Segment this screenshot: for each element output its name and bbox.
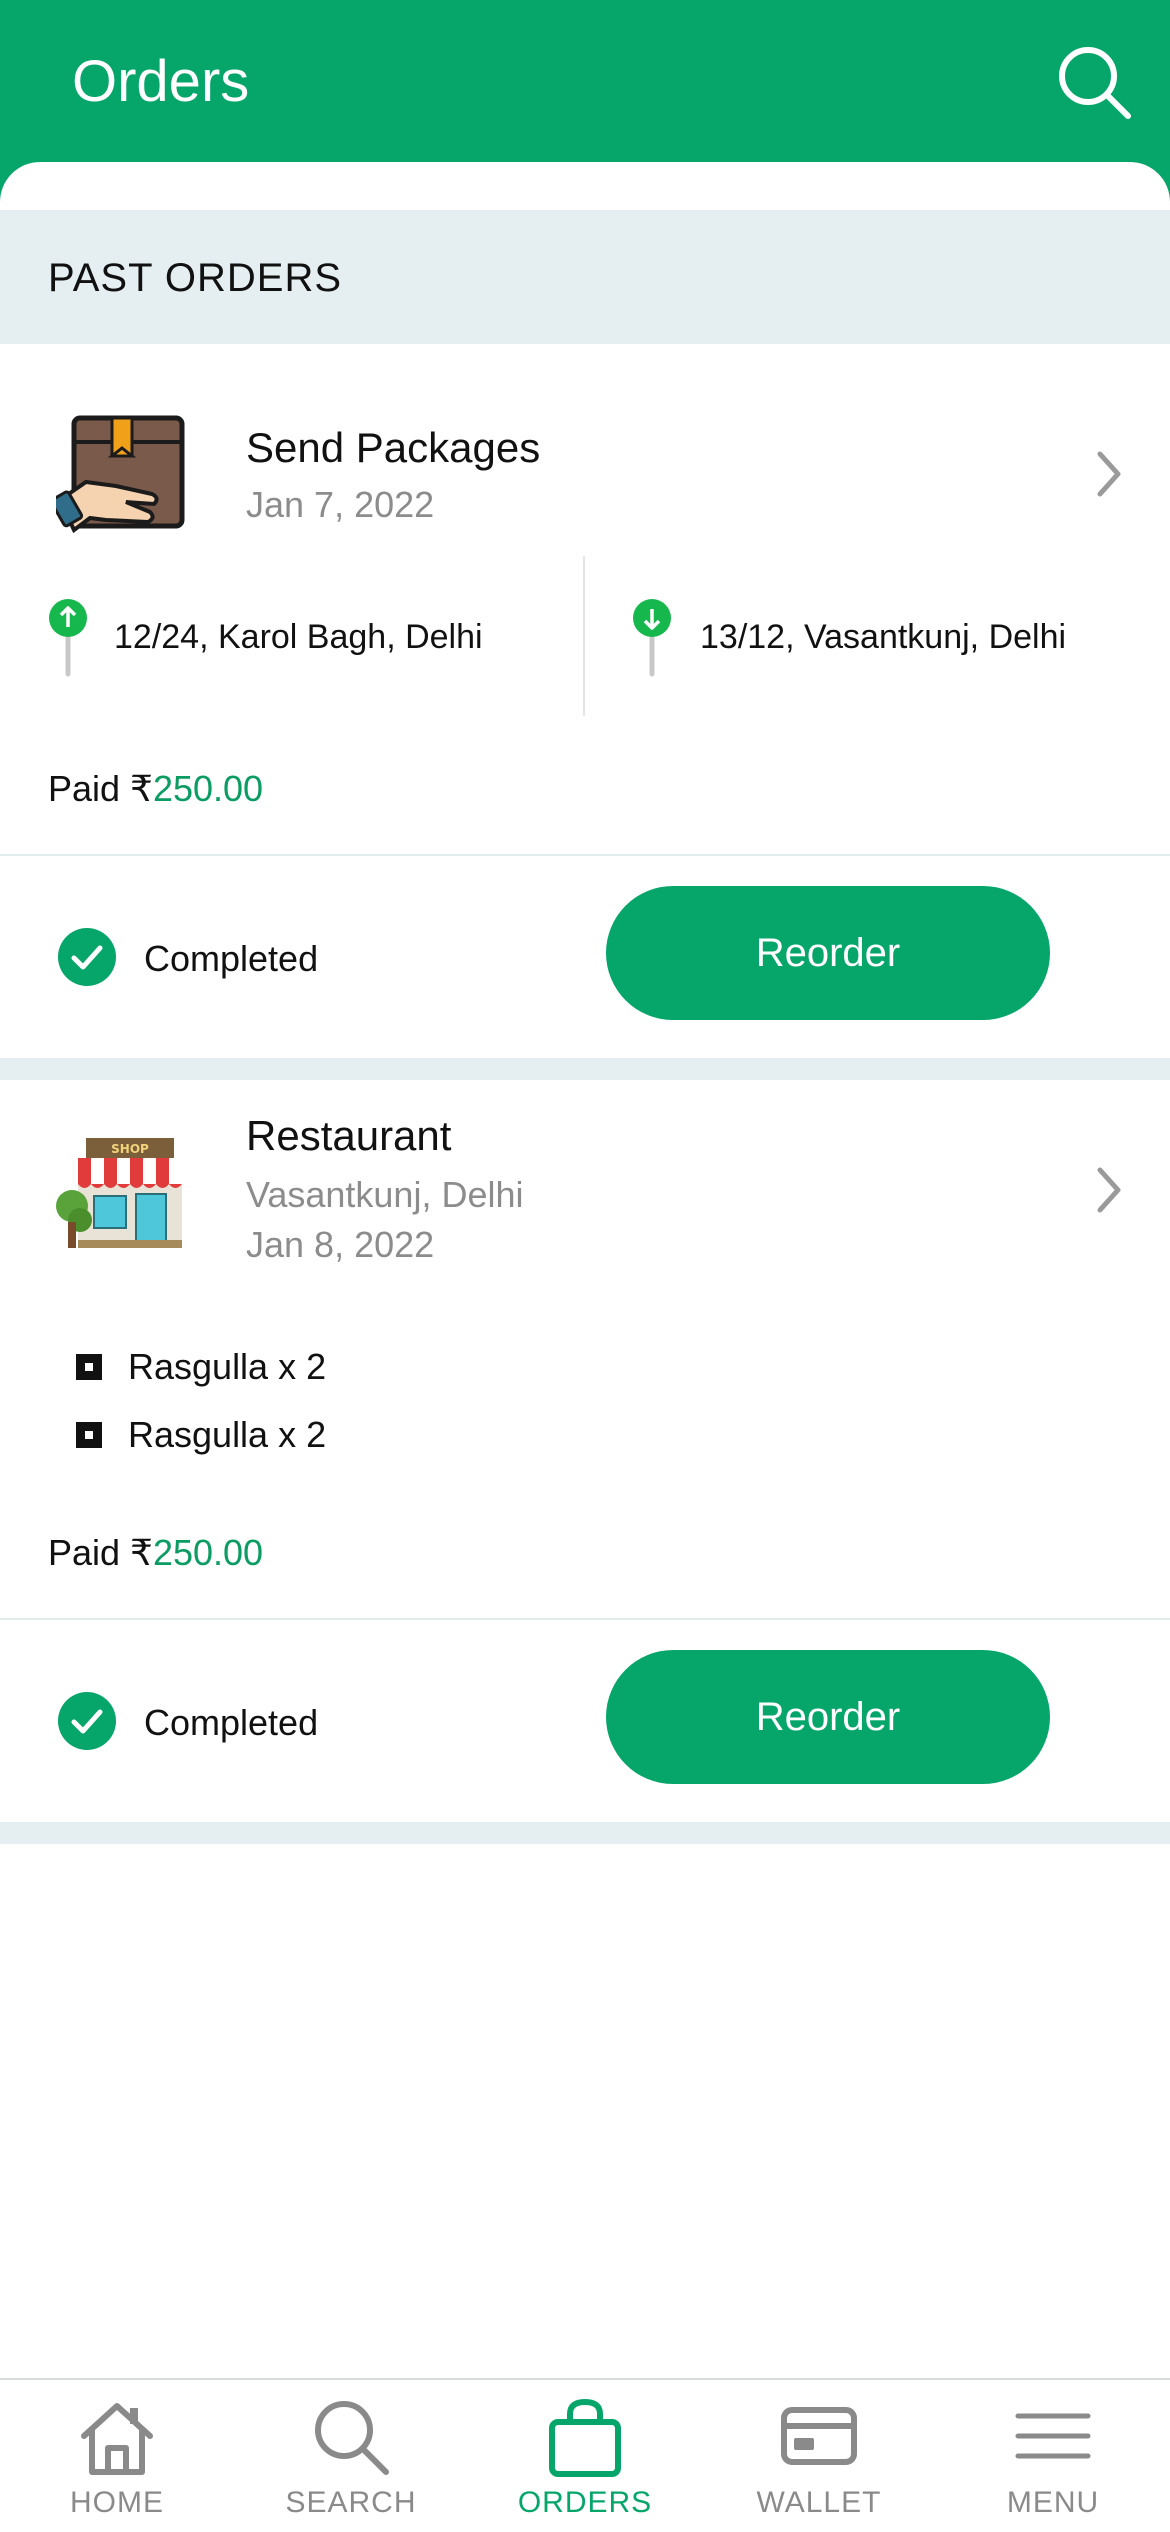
pickup-pin-icon — [48, 598, 88, 682]
bag-icon — [544, 2396, 626, 2478]
nav-label: SEARCH — [285, 2486, 417, 2519]
nav-label: ORDERS — [517, 2486, 653, 2519]
chevron-right-icon[interactable] — [1090, 1160, 1130, 1220]
nav-label: WALLET — [756, 2486, 882, 2519]
search-icon[interactable] — [1052, 40, 1136, 124]
orders-screen: Orders PAST ORDERS Send Packages Jan 7, … — [0, 0, 1170, 2532]
page-title: Orders — [72, 49, 250, 114]
order-date: Jan 7, 2022 — [246, 484, 435, 525]
paid-label: Paid ₹ — [48, 768, 153, 809]
item-label: Rasgulla x 2 — [128, 1346, 327, 1387]
list-item: Rasgulla x 2 — [76, 1414, 326, 1456]
shop-icon: SHOP — [56, 1122, 192, 1258]
home-icon — [76, 2396, 158, 2478]
amount-value: 250.00 — [152, 1532, 264, 1573]
dropoff-pin-icon — [632, 598, 672, 682]
order-date: Jan 8, 2022 — [246, 1224, 435, 1265]
card-separator — [0, 1058, 1170, 1080]
content-sheet-top — [0, 162, 1170, 210]
past-orders-header: PAST ORDERS — [0, 210, 1170, 344]
section-title: PAST ORDERS — [48, 256, 343, 300]
nav-search[interactable]: SEARCH — [234, 2380, 468, 2532]
order-title: Send Packages — [246, 424, 541, 471]
reorder-button[interactable]: Reorder — [606, 886, 1050, 1020]
order-status: Completed — [144, 938, 319, 979]
app-header: Orders — [0, 0, 1170, 162]
pickup-address: 12/24, Karol Bagh, Delhi — [114, 618, 483, 656]
search-icon — [310, 2396, 392, 2478]
chevron-right-icon[interactable] — [1090, 444, 1130, 504]
card-divider — [0, 1618, 1170, 1620]
reorder-button[interactable]: Reorder — [606, 1650, 1050, 1784]
paid-amount: Paid ₹250.00 — [48, 768, 263, 810]
svg-text:SHOP: SHOP — [111, 1142, 149, 1156]
bullet-icon — [76, 1422, 102, 1448]
restaurant-location: Vasantkunj, Delhi — [246, 1174, 524, 1215]
nav-menu[interactable]: MENU — [936, 2380, 1170, 2532]
package-hand-icon — [49, 408, 192, 544]
card-divider — [0, 854, 1170, 856]
nav-orders[interactable]: ORDERS — [468, 2380, 702, 2532]
list-item: Rasgulla x 2 — [76, 1346, 326, 1388]
order-title: Restaurant — [246, 1112, 452, 1159]
order-status: Completed — [144, 1702, 319, 1743]
item-label: Rasgulla x 2 — [128, 1414, 327, 1455]
card-separator — [0, 1822, 1170, 1844]
nav-label: HOME — [70, 2486, 164, 2519]
dropoff-address: 13/12, Vasantkunj, Delhi — [700, 618, 1067, 656]
nav-wallet[interactable]: WALLET — [702, 2380, 936, 2532]
menu-icon — [1012, 2396, 1094, 2478]
amount-value: 250.00 — [152, 768, 264, 809]
bottom-nav: HOME SEARCH ORDERS WALLET MENU — [0, 2378, 1170, 2532]
address-divider — [583, 556, 585, 716]
wallet-icon — [778, 2396, 860, 2478]
nav-label: MENU — [1006, 2486, 1100, 2519]
paid-label: Paid ₹ — [48, 1532, 153, 1573]
check-circle-icon — [58, 928, 116, 986]
bullet-icon — [76, 1354, 102, 1380]
paid-amount: Paid ₹250.00 — [48, 1532, 263, 1574]
nav-home[interactable]: HOME — [0, 2380, 234, 2532]
check-circle-icon — [58, 1692, 116, 1750]
